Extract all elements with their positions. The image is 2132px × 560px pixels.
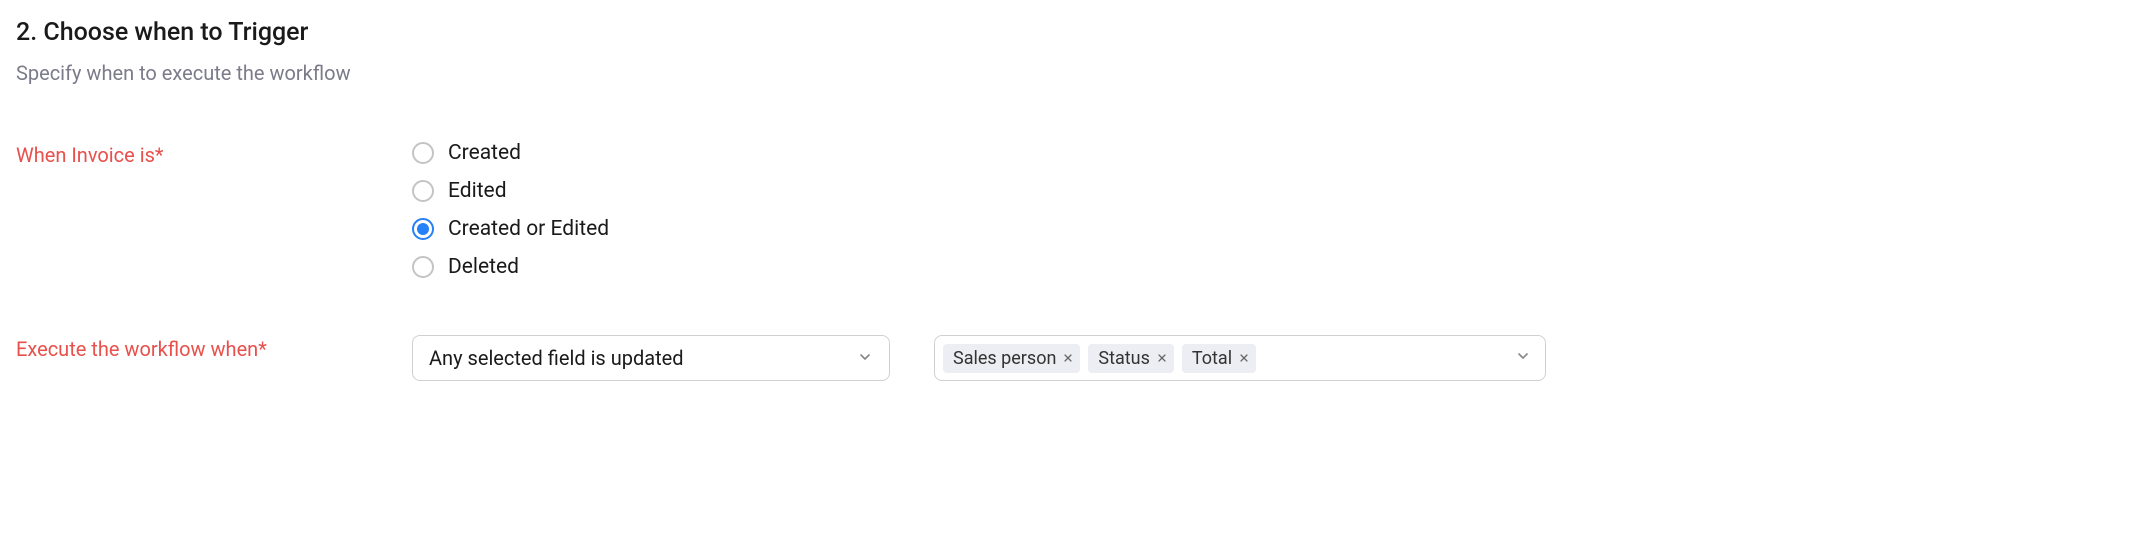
radio-icon (412, 256, 434, 278)
radio-option-created[interactable]: Created (412, 141, 609, 165)
section-title: 2. Choose when to Trigger (16, 18, 2116, 47)
radio-label-created-or-edited: Created or Edited (448, 217, 609, 241)
tag-label: Sales person (953, 348, 1056, 369)
radio-option-deleted[interactable]: Deleted (412, 255, 609, 279)
chevron-down-icon (857, 346, 873, 370)
radio-label-deleted: Deleted (448, 255, 519, 279)
tag-label: Status (1098, 348, 1149, 369)
radio-label-edited: Edited (448, 179, 507, 203)
trigger-radio-group: Created Edited Created or Edited Deleted (412, 141, 609, 279)
tag-status: Status (1088, 344, 1173, 373)
tag-total: Total (1182, 344, 1256, 373)
execute-condition-select[interactable]: Any selected field is updated (412, 335, 890, 381)
trigger-label: When Invoice is* (16, 141, 412, 167)
radio-icon (412, 180, 434, 202)
radio-label-created: Created (448, 141, 521, 165)
execute-row: Execute the workflow when* Any selected … (16, 335, 2116, 381)
execute-fields-select[interactable]: Sales person Status Total (934, 335, 1546, 381)
radio-icon (412, 218, 434, 240)
tag-label: Total (1192, 348, 1232, 369)
chevron-down-icon (1515, 348, 1531, 368)
tag-sales-person: Sales person (943, 344, 1080, 373)
radio-icon (412, 142, 434, 164)
trigger-row: When Invoice is* Created Edited Created … (16, 141, 2116, 279)
radio-option-edited[interactable]: Edited (412, 179, 609, 203)
execute-condition-value: Any selected field is updated (429, 346, 684, 370)
tag-remove-button[interactable] (1062, 352, 1074, 364)
tag-remove-button[interactable] (1238, 352, 1250, 364)
tags-container: Sales person Status Total (943, 344, 1256, 373)
execute-label: Execute the workflow when* (16, 335, 412, 361)
tag-remove-button[interactable] (1156, 352, 1168, 364)
radio-option-created-or-edited[interactable]: Created or Edited (412, 217, 609, 241)
section-subtitle: Specify when to execute the workflow (16, 61, 2116, 85)
